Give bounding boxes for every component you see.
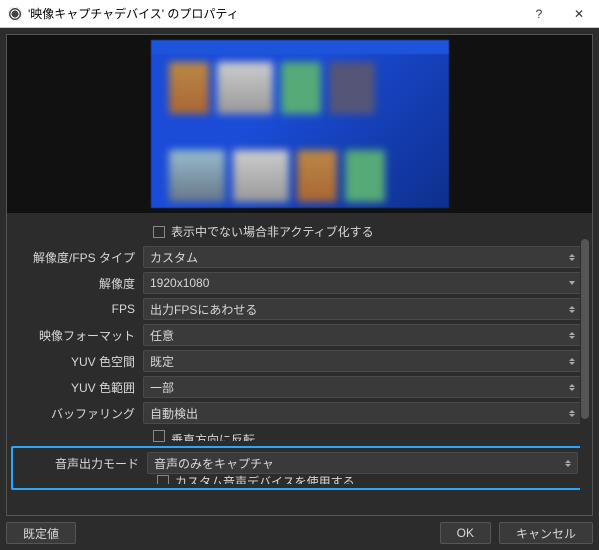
chevron-updown-icon [567, 354, 577, 368]
flip-vertical-checkbox[interactable] [153, 430, 165, 442]
properties-scroll: 表示中でない場合非アクティブ化する 解像度/FPS タイプ カスタム 解像度 1… [7, 213, 592, 515]
scrollbar-thumb[interactable] [581, 239, 589, 419]
audio-output-mode-value: 音声のみをキャプチャ [154, 455, 274, 472]
yuv-color-space-value: 既定 [150, 353, 174, 370]
fps-value: 出力FPSにあわせる [150, 301, 257, 318]
video-format-label: 映像フォーマット [13, 327, 143, 344]
video-format-value: 任意 [150, 327, 174, 344]
close-button[interactable]: ✕ [559, 0, 599, 28]
cancel-button-label: キャンセル [516, 525, 576, 542]
vertical-scrollbar[interactable] [580, 219, 590, 509]
deactivate-checkbox[interactable] [153, 226, 165, 238]
deactivate-checkbox-label: 表示中でない場合非アクティブ化する [171, 223, 374, 240]
chevron-down-icon [567, 276, 577, 290]
chevron-updown-icon [567, 302, 577, 316]
chevron-updown-icon [567, 328, 577, 342]
fps-label: FPS [13, 302, 143, 316]
resolution-select[interactable]: 1920x1080 [143, 272, 582, 294]
resolution-fps-type-select[interactable]: カスタム [143, 246, 582, 268]
defaults-button[interactable]: 既定値 [6, 522, 76, 544]
defaults-button-label: 既定値 [23, 525, 59, 542]
cancel-button[interactable]: キャンセル [499, 522, 593, 544]
yuv-color-space-label: YUV 色空間 [13, 353, 143, 370]
flip-vertical-label: 垂直方向に反転 [171, 431, 255, 441]
audio-output-mode-select[interactable]: 音声のみをキャプチャ [147, 452, 578, 474]
buffering-select[interactable]: 自動検出 [143, 402, 582, 424]
fps-select[interactable]: 出力FPSにあわせる [143, 298, 582, 320]
yuv-color-space-select[interactable]: 既定 [143, 350, 582, 372]
source-preview [151, 40, 449, 208]
chevron-updown-icon [567, 250, 577, 264]
resolution-fps-type-value: カスタム [150, 249, 198, 266]
use-custom-audio-label: カスタム音声デバイスを使用する [175, 474, 355, 484]
titlebar: '映像キャプチャデバイス' のプロパティ ? ✕ [0, 0, 599, 28]
window-title: '映像キャプチャデバイス' のプロパティ [28, 5, 519, 22]
resolution-value: 1920x1080 [150, 276, 209, 290]
use-custom-audio-checkbox[interactable] [157, 475, 169, 484]
chevron-updown-icon [567, 406, 577, 420]
video-format-select[interactable]: 任意 [143, 324, 582, 346]
help-button[interactable]: ? [519, 0, 559, 28]
buffering-label: バッファリング [13, 405, 143, 422]
resolution-fps-type-label: 解像度/FPS タイプ [13, 249, 143, 266]
content-frame: 表示中でない場合非アクティブ化する 解像度/FPS タイプ カスタム 解像度 1… [6, 34, 593, 516]
highlight-audio-output-mode: 音声出力モード 音声のみをキャプチャ カスタム音声デバイスを使用する [11, 446, 584, 490]
ok-button[interactable]: OK [440, 522, 491, 544]
dialog-footer: 既定値 OK キャンセル [6, 516, 593, 544]
audio-output-mode-label: 音声出力モード [17, 455, 147, 472]
yuv-color-range-label: YUV 色範囲 [13, 379, 143, 396]
resolution-label: 解像度 [13, 275, 143, 292]
yuv-color-range-select[interactable]: 一部 [143, 376, 582, 398]
chevron-updown-icon [563, 456, 573, 470]
ok-button-label: OK [457, 526, 474, 540]
yuv-color-range-value: 一部 [150, 379, 174, 396]
chevron-updown-icon [567, 380, 577, 394]
obs-logo-icon [8, 7, 22, 21]
preview-area [7, 35, 592, 213]
buffering-value: 自動検出 [150, 405, 198, 422]
